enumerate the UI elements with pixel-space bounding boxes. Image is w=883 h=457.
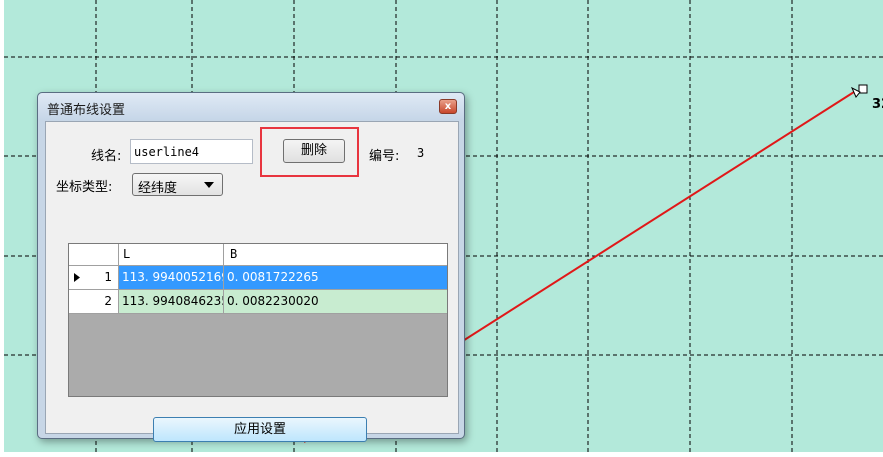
endpoint-label: 32 bbox=[872, 97, 883, 112]
close-icon: x bbox=[444, 101, 452, 112]
row-pointer-icon bbox=[74, 273, 80, 282]
table-row[interactable]: 2 113. 9940846235 0. 0082230020 bbox=[69, 290, 447, 314]
row-index: 2 bbox=[104, 294, 112, 308]
cell-b[interactable]: 0. 0082230020 bbox=[224, 290, 447, 313]
number-value: 3 bbox=[417, 146, 425, 160]
number-label: 编号: bbox=[369, 149, 400, 164]
delete-button[interactable]: 删除 bbox=[283, 139, 345, 163]
dialog-titlebar[interactable]: 普通布线设置 x bbox=[38, 93, 464, 120]
dialog-title: 普通布线设置 bbox=[47, 103, 126, 118]
cell-b[interactable]: 0. 0081722265 bbox=[224, 266, 447, 289]
chevron-down-icon bbox=[204, 182, 214, 188]
column-header-l[interactable]: L bbox=[119, 244, 224, 265]
column-header-b[interactable]: B bbox=[224, 244, 447, 265]
cell-l[interactable]: 113. 9940052169 bbox=[119, 266, 224, 289]
cell-l[interactable]: 113. 9940846235 bbox=[119, 290, 224, 313]
row-header[interactable]: 1 bbox=[69, 266, 119, 289]
close-button[interactable]: x bbox=[439, 99, 457, 114]
row-index: 1 bbox=[104, 270, 112, 284]
table-corner-cell bbox=[69, 244, 119, 265]
coordinates-table[interactable]: L B 1 113. 9940052169 0. 0081722265 2 11… bbox=[68, 243, 448, 397]
row-header[interactable]: 2 bbox=[69, 290, 119, 313]
dialog-client: 线名: 删除 编号: 3 坐标类型: 经纬度 L B 1 113. 994005… bbox=[45, 121, 459, 442]
coord-type-selected: 经纬度 bbox=[138, 181, 178, 196]
apply-settings-button[interactable]: 应用设置 bbox=[153, 417, 367, 442]
coord-type-label: 坐标类型: bbox=[56, 180, 113, 195]
line-settings-dialog: 普通布线设置 x 线名: 删除 编号: 3 坐标类型: 经纬度 L B 1 bbox=[37, 92, 465, 442]
coord-type-select[interactable]: 经纬度 bbox=[132, 173, 223, 196]
line-name-input[interactable] bbox=[130, 139, 253, 164]
table-header-row: L B bbox=[69, 244, 447, 266]
line-name-label: 线名: bbox=[91, 149, 122, 164]
table-row[interactable]: 1 113. 9940052169 0. 0081722265 bbox=[69, 266, 447, 290]
